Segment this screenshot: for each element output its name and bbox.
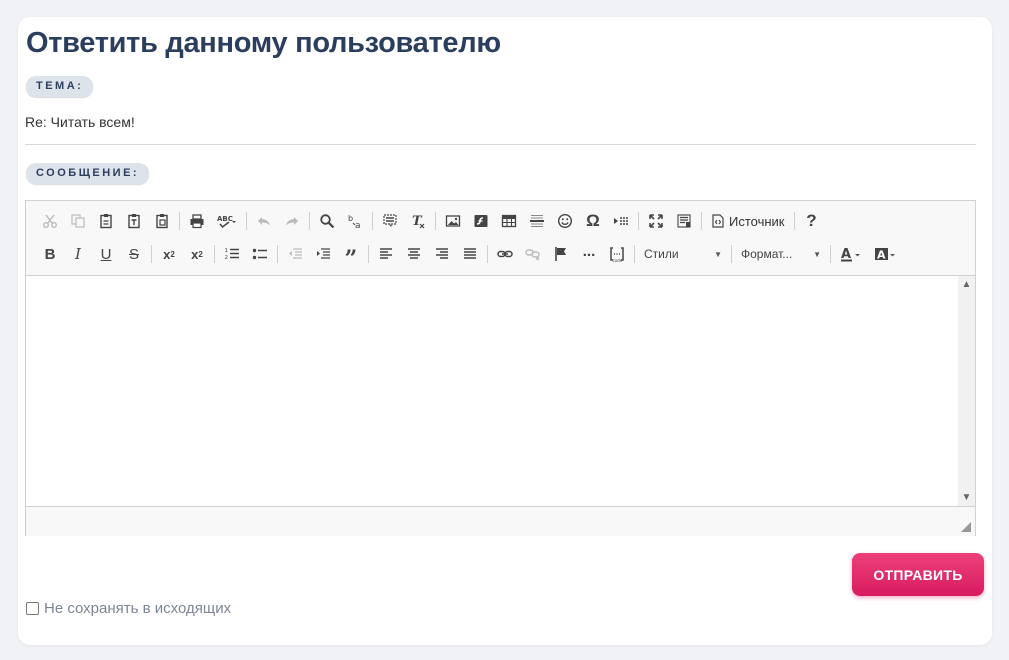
maximize-icon[interactable] (642, 208, 670, 234)
editor-content-area[interactable] (26, 276, 958, 506)
background-color-icon[interactable]: A (868, 241, 902, 267)
svg-text:code: code (613, 258, 623, 262)
chevron-down-icon: ▼ (813, 249, 821, 259)
special-char-icon[interactable]: Ω (579, 208, 607, 234)
styles-dropdown[interactable]: Стили ▼ (638, 242, 728, 266)
dont-save-label: Не сохранять в исходящих (44, 600, 232, 617)
copy-icon[interactable] (64, 208, 92, 234)
toolbar-separator (151, 245, 152, 263)
print-icon[interactable] (183, 208, 211, 234)
flash-icon[interactable] (467, 208, 495, 234)
toolbar-separator (368, 245, 369, 263)
unlink-icon[interactable] (519, 241, 547, 267)
toolbar-separator (277, 245, 278, 263)
svg-text:a: a (355, 221, 361, 229)
reply-card: Ответить данному пользователю ТЕМА: Re: … (18, 17, 992, 645)
outdent-icon[interactable] (281, 241, 309, 267)
select-all-icon[interactable] (376, 208, 404, 234)
styles-dropdown-label: Стили (644, 247, 679, 261)
help-icon[interactable]: ? (798, 208, 826, 234)
toolbar-separator (214, 245, 215, 263)
bold-icon[interactable]: B (36, 241, 64, 267)
scroll-up-icon[interactable]: ▲ (958, 276, 975, 293)
numbered-list-icon[interactable]: 12 (218, 241, 246, 267)
toolbar-separator (830, 245, 831, 263)
ellipsis-icon[interactable]: ... (575, 241, 603, 267)
svg-text:A: A (877, 249, 886, 262)
paste-icon[interactable] (92, 208, 120, 234)
toolbar-separator (634, 245, 635, 263)
align-justify-icon[interactable] (456, 241, 484, 267)
indent-icon[interactable] (309, 241, 337, 267)
subject-underline (25, 144, 976, 145)
find-icon[interactable] (313, 208, 341, 234)
dont-save-outbox-option[interactable]: Не сохранять в исходящих (26, 600, 231, 617)
text-color-icon[interactable]: A (834, 241, 868, 267)
svg-text:ABC: ABC (217, 215, 233, 223)
paste-text-icon[interactable] (120, 208, 148, 234)
italic-icon[interactable]: I (64, 241, 92, 267)
toolbar-separator (179, 212, 180, 230)
toolbar-separator (731, 245, 732, 263)
format-dropdown-label: Формат... (741, 247, 793, 261)
smiley-icon[interactable] (551, 208, 579, 234)
bulleted-list-icon[interactable] (246, 241, 274, 267)
align-center-icon[interactable] (400, 241, 428, 267)
toolbar-separator (487, 245, 488, 263)
dont-save-checkbox[interactable] (26, 602, 39, 615)
toolbar-separator (372, 212, 373, 230)
toolbar-separator (638, 212, 639, 230)
toolbar-separator (701, 212, 702, 230)
redo-icon[interactable] (278, 208, 306, 234)
format-dropdown[interactable]: Формат... ▼ (735, 242, 827, 266)
anchor-flag-icon[interactable] (547, 241, 575, 267)
subject-field[interactable]: Re: Читать всем! (25, 114, 135, 130)
toolbar-row-2: B I U S x2 x2 12 ” ... code Стили ▼ Форм… (36, 240, 902, 272)
toolbar-separator (793, 212, 795, 230)
strikethrough-icon[interactable]: S (120, 241, 148, 267)
superscript-icon[interactable]: x2 (183, 241, 211, 267)
replace-icon[interactable]: ba (341, 208, 369, 234)
chevron-down-icon: ▼ (714, 249, 722, 259)
editor-status-bar (26, 506, 975, 536)
link-icon[interactable] (491, 241, 519, 267)
underline-icon[interactable]: U (92, 241, 120, 267)
cut-icon[interactable] (36, 208, 64, 234)
table-icon[interactable] (495, 208, 523, 234)
spellcheck-icon[interactable]: ABC (211, 208, 243, 234)
blockquote-icon[interactable]: ” (337, 241, 365, 272)
code-snippet-icon[interactable]: code (603, 241, 631, 267)
source-icon (712, 214, 724, 228)
horizontal-rule-icon[interactable] (523, 208, 551, 234)
source-button[interactable]: Источник (705, 208, 791, 234)
source-label: Источник (729, 213, 785, 229)
message-label: СООБЩЕНИЕ: (26, 163, 150, 184)
toolbar-separator (246, 212, 247, 230)
scroll-down-icon[interactable]: ▼ (958, 489, 975, 506)
editor-toolbar: ABC ba T Ω Источник ? B I U S x 2 x 2 1 … (26, 201, 975, 276)
toolbar-separator (309, 212, 310, 230)
show-blocks-icon[interactable] (670, 208, 698, 234)
page-break-icon[interactable] (607, 208, 635, 234)
toolbar-row-1: ABC ba T Ω Источник ? (36, 207, 826, 235)
editor-scrollbar[interactable]: ▲ ▼ (958, 276, 975, 506)
toolbar-separator (435, 212, 436, 230)
page-title: Ответить данному пользователю (26, 27, 501, 59)
subscript-icon[interactable]: x2 (155, 241, 183, 267)
submit-button[interactable]: ОТПРАВИТЬ (852, 553, 984, 596)
align-left-icon[interactable] (372, 241, 400, 267)
svg-text:b: b (348, 214, 353, 223)
resize-handle-icon[interactable] (961, 522, 971, 532)
paste-word-icon[interactable] (148, 208, 176, 234)
svg-text:2: 2 (225, 255, 229, 261)
svg-text:1: 1 (225, 248, 229, 254)
image-icon[interactable] (439, 208, 467, 234)
remove-format-icon[interactable]: T (404, 208, 432, 234)
rich-text-editor: ABC ba T Ω Источник ? B I U S x 2 x 2 1 … (25, 200, 976, 536)
undo-icon[interactable] (250, 208, 278, 234)
align-right-icon[interactable] (428, 241, 456, 267)
topic-label: ТЕМА: (26, 76, 94, 97)
